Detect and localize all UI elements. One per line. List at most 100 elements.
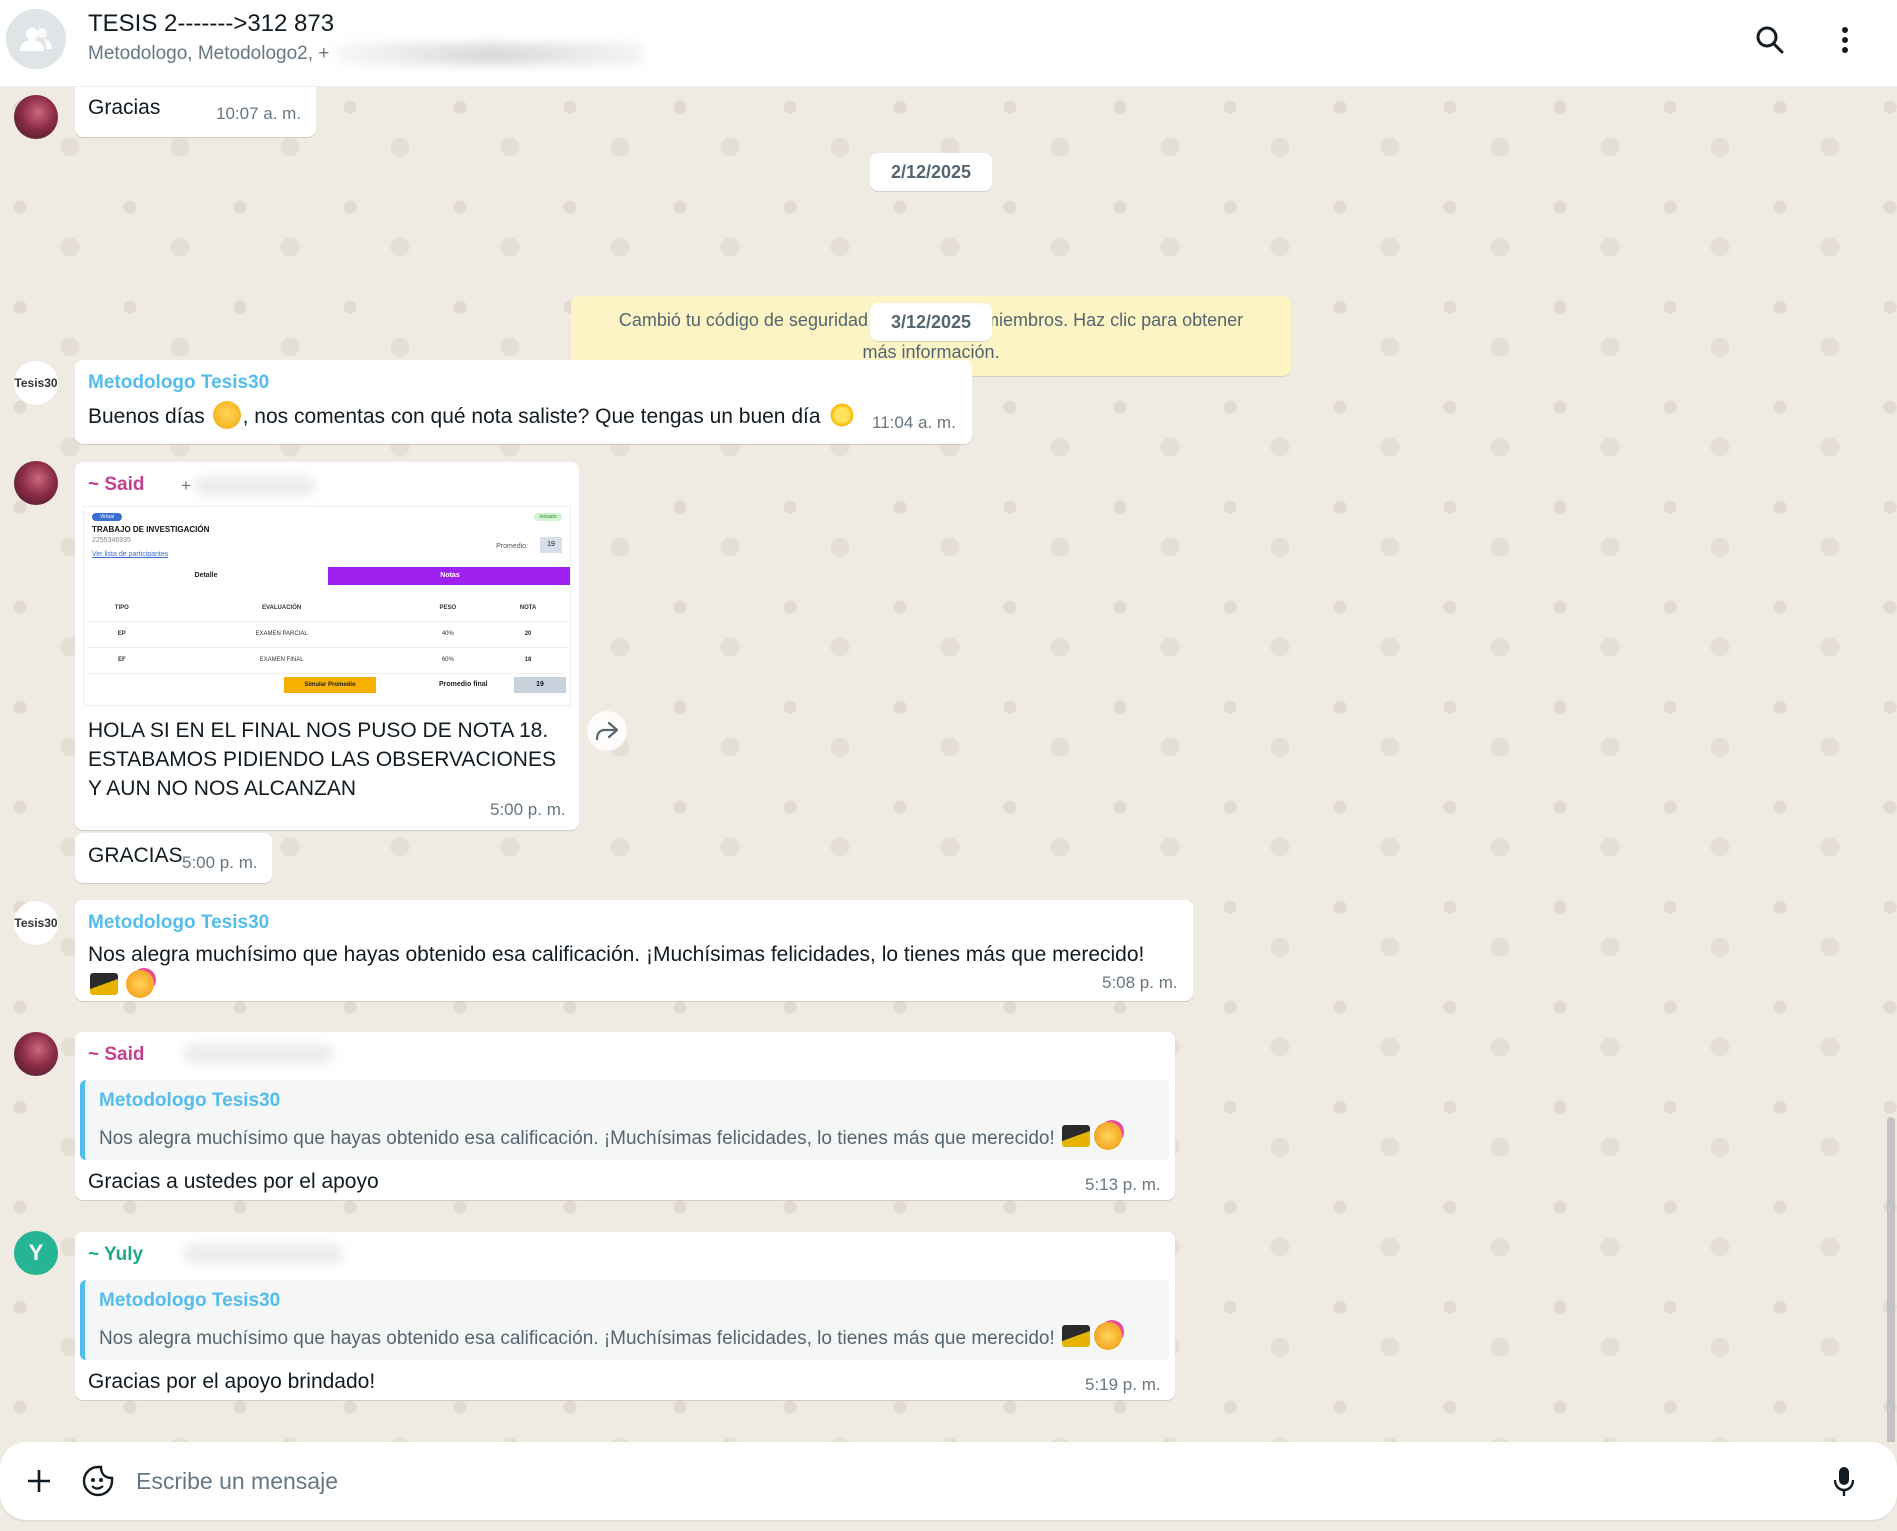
message-input[interactable]	[136, 1456, 1806, 1506]
table-header-row: TIPO EVALUACIÓN PESO NOTA	[88, 595, 568, 621]
quoted-text: Nos alegra muchísimo que hayas obtenido …	[99, 1322, 1124, 1350]
table-header: EVALUACIÓN	[261, 604, 302, 611]
notes-tab: Notas	[328, 567, 570, 585]
table-cell: EXAMEN PARCIAL	[255, 631, 308, 637]
quoted-text-body: Nos alegra muchísimo que hayas obtenido …	[99, 1328, 1055, 1349]
simulate-average-button: Simular Promedio	[284, 677, 376, 693]
search-icon[interactable]	[1748, 18, 1792, 62]
chat-participants[interactable]: Metodologo, Metodologo2, +	[88, 43, 646, 65]
tesis30-logo: Tesis30	[14, 916, 58, 930]
party-face-emoji-icon	[1094, 1322, 1123, 1350]
avatar-said[interactable]	[14, 1032, 58, 1076]
final-average-label: Promedio final	[439, 681, 488, 688]
chat-header[interactable]: TESIS 2------->312 873 Metodologo, Metod…	[0, 0, 1897, 87]
course-code: 2255346935	[92, 537, 131, 544]
smile-emoji-icon	[212, 401, 241, 429]
more-vertical-icon[interactable]	[1823, 18, 1867, 62]
graduation-cap-emoji-icon	[1062, 1325, 1091, 1347]
avatar-said[interactable]	[14, 461, 58, 505]
message-bubble-image[interactable]: ~ Said + Virtual Iniciado TRABAJO DE INV…	[75, 462, 579, 830]
final-average-value: 19	[514, 677, 566, 693]
table-header: TIPO	[114, 604, 129, 611]
table-cell: 60%	[441, 657, 454, 663]
microphone-icon[interactable]	[1822, 1459, 1866, 1503]
table-cell: EP	[117, 631, 126, 637]
blurred-phone	[195, 476, 315, 496]
sender-name[interactable]: Metodologo Tesis30	[88, 912, 269, 934]
sender-phone-prefix: +	[181, 476, 191, 495]
composer-area	[0, 1442, 1897, 1531]
table-cell: EXAMEN FINAL	[259, 657, 304, 663]
graduation-cap-emoji-icon	[90, 973, 118, 995]
chat-title[interactable]: TESIS 2------->312 873	[88, 10, 334, 38]
table-header: PESO	[439, 604, 457, 611]
message-time: 5:13 p. m.	[1085, 1175, 1161, 1194]
grade-screenshot-image[interactable]: Virtual Iniciado TRABAJO DE INVESTIGACIÓ…	[83, 506, 571, 706]
chat-scrollbar[interactable]	[1887, 1117, 1895, 1442]
quoted-message[interactable]: Metodologo Tesis30 Nos alegra muchísimo …	[80, 1280, 1169, 1360]
message-text-part: , nos comentas con qué nota saliste? Que…	[242, 405, 821, 428]
message-time: 5:00 p. m.	[182, 853, 258, 872]
message-list[interactable]: Gracias 10:07 a. m. 2/12/2025 Cambió tu …	[0, 87, 1897, 1442]
quoted-sender: Metodologo Tesis30	[99, 1090, 281, 1111]
sender-name[interactable]: ~ Yuly	[88, 1244, 143, 1266]
forward-icon[interactable]	[587, 711, 627, 751]
quoted-text: Nos alegra muchísimo que hayas obtenido …	[99, 1122, 1124, 1150]
status-badge: Iniciado	[534, 513, 562, 521]
message-time: 5:19 p. m.	[1085, 1375, 1161, 1394]
message-time: 5:08 p. m.	[1102, 973, 1178, 992]
message-bubble[interactable]: Gracias 10:07 a. m.	[75, 87, 316, 137]
graduation-cap-emoji-icon	[1062, 1125, 1091, 1147]
table-header: NOTA	[519, 604, 537, 611]
emoji-row	[88, 970, 156, 998]
blurred-phone	[183, 1244, 343, 1264]
avatar-said[interactable]	[14, 95, 58, 139]
quoted-text-body: Nos alegra muchísimo que hayas obtenido …	[99, 1128, 1055, 1149]
blurred-phone	[183, 1044, 333, 1064]
course-title: TRABAJO DE INVESTIGACIÓN	[92, 525, 210, 534]
grades-table: TIPO EVALUACIÓN PESO NOTA EP EXAMEN PARC…	[88, 595, 568, 674]
sticker-icon[interactable]	[76, 1459, 120, 1503]
quoted-message[interactable]: Metodologo Tesis30 Nos alegra muchísimo …	[80, 1080, 1169, 1160]
tesis30-logo: Tesis30	[14, 376, 58, 390]
message-bubble[interactable]: GRACIAS 5:00 p. m.	[75, 833, 272, 883]
quoted-sender: Metodologo Tesis30	[99, 1290, 281, 1311]
message-time: 11:04 a. m.	[872, 413, 956, 432]
message-time: 5:00 p. m.	[490, 800, 566, 819]
avatar-tesis30[interactable]: Tesis30	[14, 901, 58, 945]
average-value: 19	[540, 537, 562, 553]
table-cell: 18	[524, 657, 532, 663]
average-label: Promedio:	[496, 543, 528, 550]
group-avatar-icon[interactable]	[6, 9, 66, 69]
plus-icon[interactable]	[17, 1459, 61, 1503]
date-separator: 3/12/2025	[870, 303, 992, 341]
message-text: GRACIAS	[88, 844, 183, 867]
sender-name[interactable]: Metodologo Tesis30	[88, 372, 269, 394]
participants-link: Ver lista de participantes	[92, 551, 169, 558]
blurred-participants	[335, 43, 646, 65]
message-bubble-reply[interactable]: ~ Yuly Metodologo Tesis30 Nos alegra muc…	[75, 1232, 1175, 1400]
table-cell: 40%	[441, 631, 454, 637]
table-row: EP EXAMEN PARCIAL 40% 20	[88, 621, 568, 647]
message-bubble-reply[interactable]: ~ Said Metodologo Tesis30 Nos alegra muc…	[75, 1032, 1175, 1200]
message-text: Gracias	[88, 96, 161, 119]
sender-name[interactable]: ~ Said	[88, 474, 145, 496]
date-separator: 2/12/2025	[870, 153, 992, 191]
message-text-part: Buenos días	[88, 405, 205, 428]
message-bubble[interactable]: Metodologo Tesis30 Buenos días , nos com…	[75, 360, 972, 444]
message-text: Gracias por el apoyo brindado!	[88, 1370, 376, 1393]
virtual-badge: Virtual	[92, 513, 122, 521]
message-text: Gracias a ustedes por el apoyo	[88, 1170, 379, 1193]
participants-text: Metodologo, Metodologo2, +	[88, 43, 330, 65]
message-bubble[interactable]: Metodologo Tesis30 Nos alegra muchísimo …	[75, 900, 1193, 1001]
message-time: 10:07 a. m.	[216, 104, 302, 123]
message-text: HOLA SI EN EL FINAL NOS PUSO DE NOTA 18.…	[88, 719, 556, 800]
message-composer[interactable]	[0, 1442, 1897, 1520]
avatar-tesis30[interactable]: Tesis30	[14, 361, 58, 405]
table-cell: 20	[524, 631, 532, 637]
avatar-yuly[interactable]: Y	[14, 1231, 58, 1275]
table-row: EF EXAMEN FINAL 60% 18	[88, 647, 568, 673]
table-cell: EF	[117, 657, 126, 663]
message-text: Nos alegra muchísimo que hayas obtenido …	[88, 943, 1145, 966]
sender-name[interactable]: ~ Said	[88, 1044, 145, 1066]
